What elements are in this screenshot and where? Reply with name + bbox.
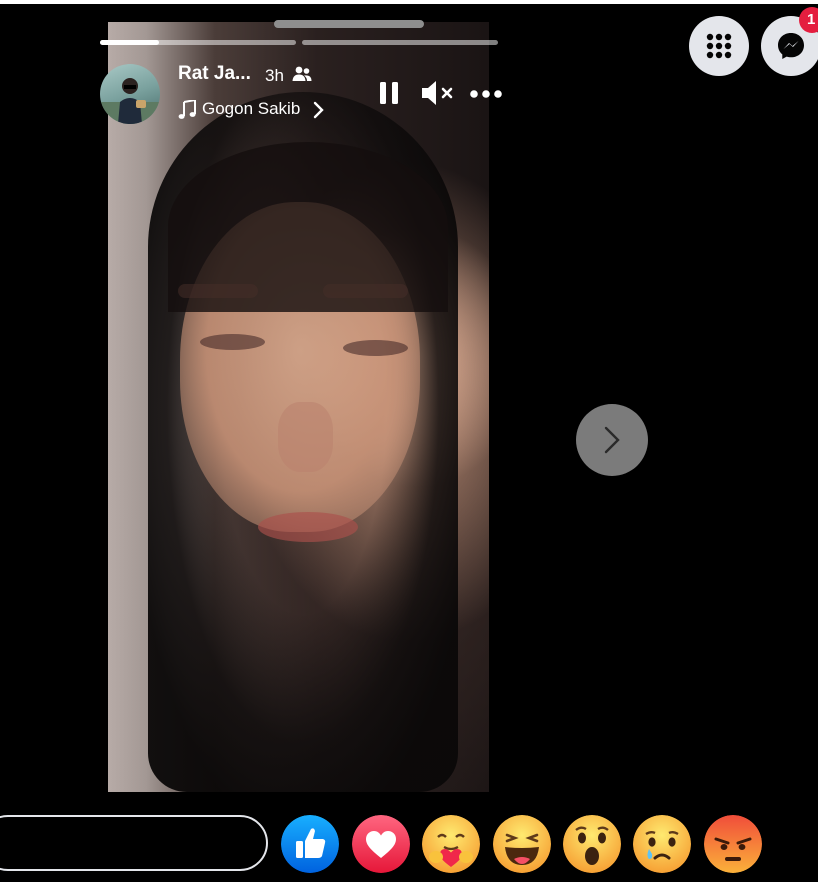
- song-chevron-right-icon[interactable]: [312, 101, 324, 119]
- avatar-image: [100, 78, 160, 124]
- story-progress-2: [302, 40, 498, 45]
- music-note-icon: [178, 100, 196, 119]
- wow-reaction-icon[interactable]: [563, 815, 621, 873]
- author-name[interactable]: Rat Ja...: [178, 63, 251, 85]
- messenger-icon: [778, 33, 804, 59]
- menu-grid-icon: [706, 33, 732, 59]
- reply-input[interactable]: [0, 815, 268, 871]
- like-reaction-icon[interactable]: [281, 815, 339, 873]
- song-title[interactable]: Gogon Sakib: [202, 99, 300, 119]
- story-image-eye-left: [200, 334, 265, 350]
- story-time: 3h: [265, 66, 284, 85]
- angry-reaction-icon[interactable]: [704, 815, 762, 873]
- friends-icon: [292, 66, 312, 81]
- story-image-brow-left: [178, 284, 258, 298]
- window-top-border: [0, 0, 818, 4]
- pause-icon[interactable]: [378, 80, 400, 106]
- story-drag-handle[interactable]: [274, 20, 424, 28]
- story-progress-1-fill: [100, 40, 159, 45]
- story-image-brow-right: [323, 284, 408, 298]
- story-image-mouth: [258, 512, 358, 542]
- story-image-nose: [278, 402, 333, 472]
- love-reaction-icon[interactable]: [352, 815, 410, 873]
- care-reaction-icon[interactable]: [422, 815, 480, 873]
- author-avatar[interactable]: [100, 64, 160, 124]
- haha-reaction-icon[interactable]: [493, 815, 551, 873]
- sad-reaction-icon[interactable]: [633, 815, 691, 873]
- next-story-button[interactable]: [576, 404, 648, 476]
- chevron-right-icon: [604, 426, 620, 454]
- more-icon[interactable]: [468, 80, 504, 108]
- volume-muted-icon[interactable]: [420, 79, 456, 107]
- story-image-eye-right: [343, 340, 408, 356]
- menu-button[interactable]: [689, 16, 749, 76]
- story-progress-1: [100, 40, 296, 45]
- messenger-notification-badge: 1: [799, 7, 818, 33]
- story-media[interactable]: [108, 22, 489, 792]
